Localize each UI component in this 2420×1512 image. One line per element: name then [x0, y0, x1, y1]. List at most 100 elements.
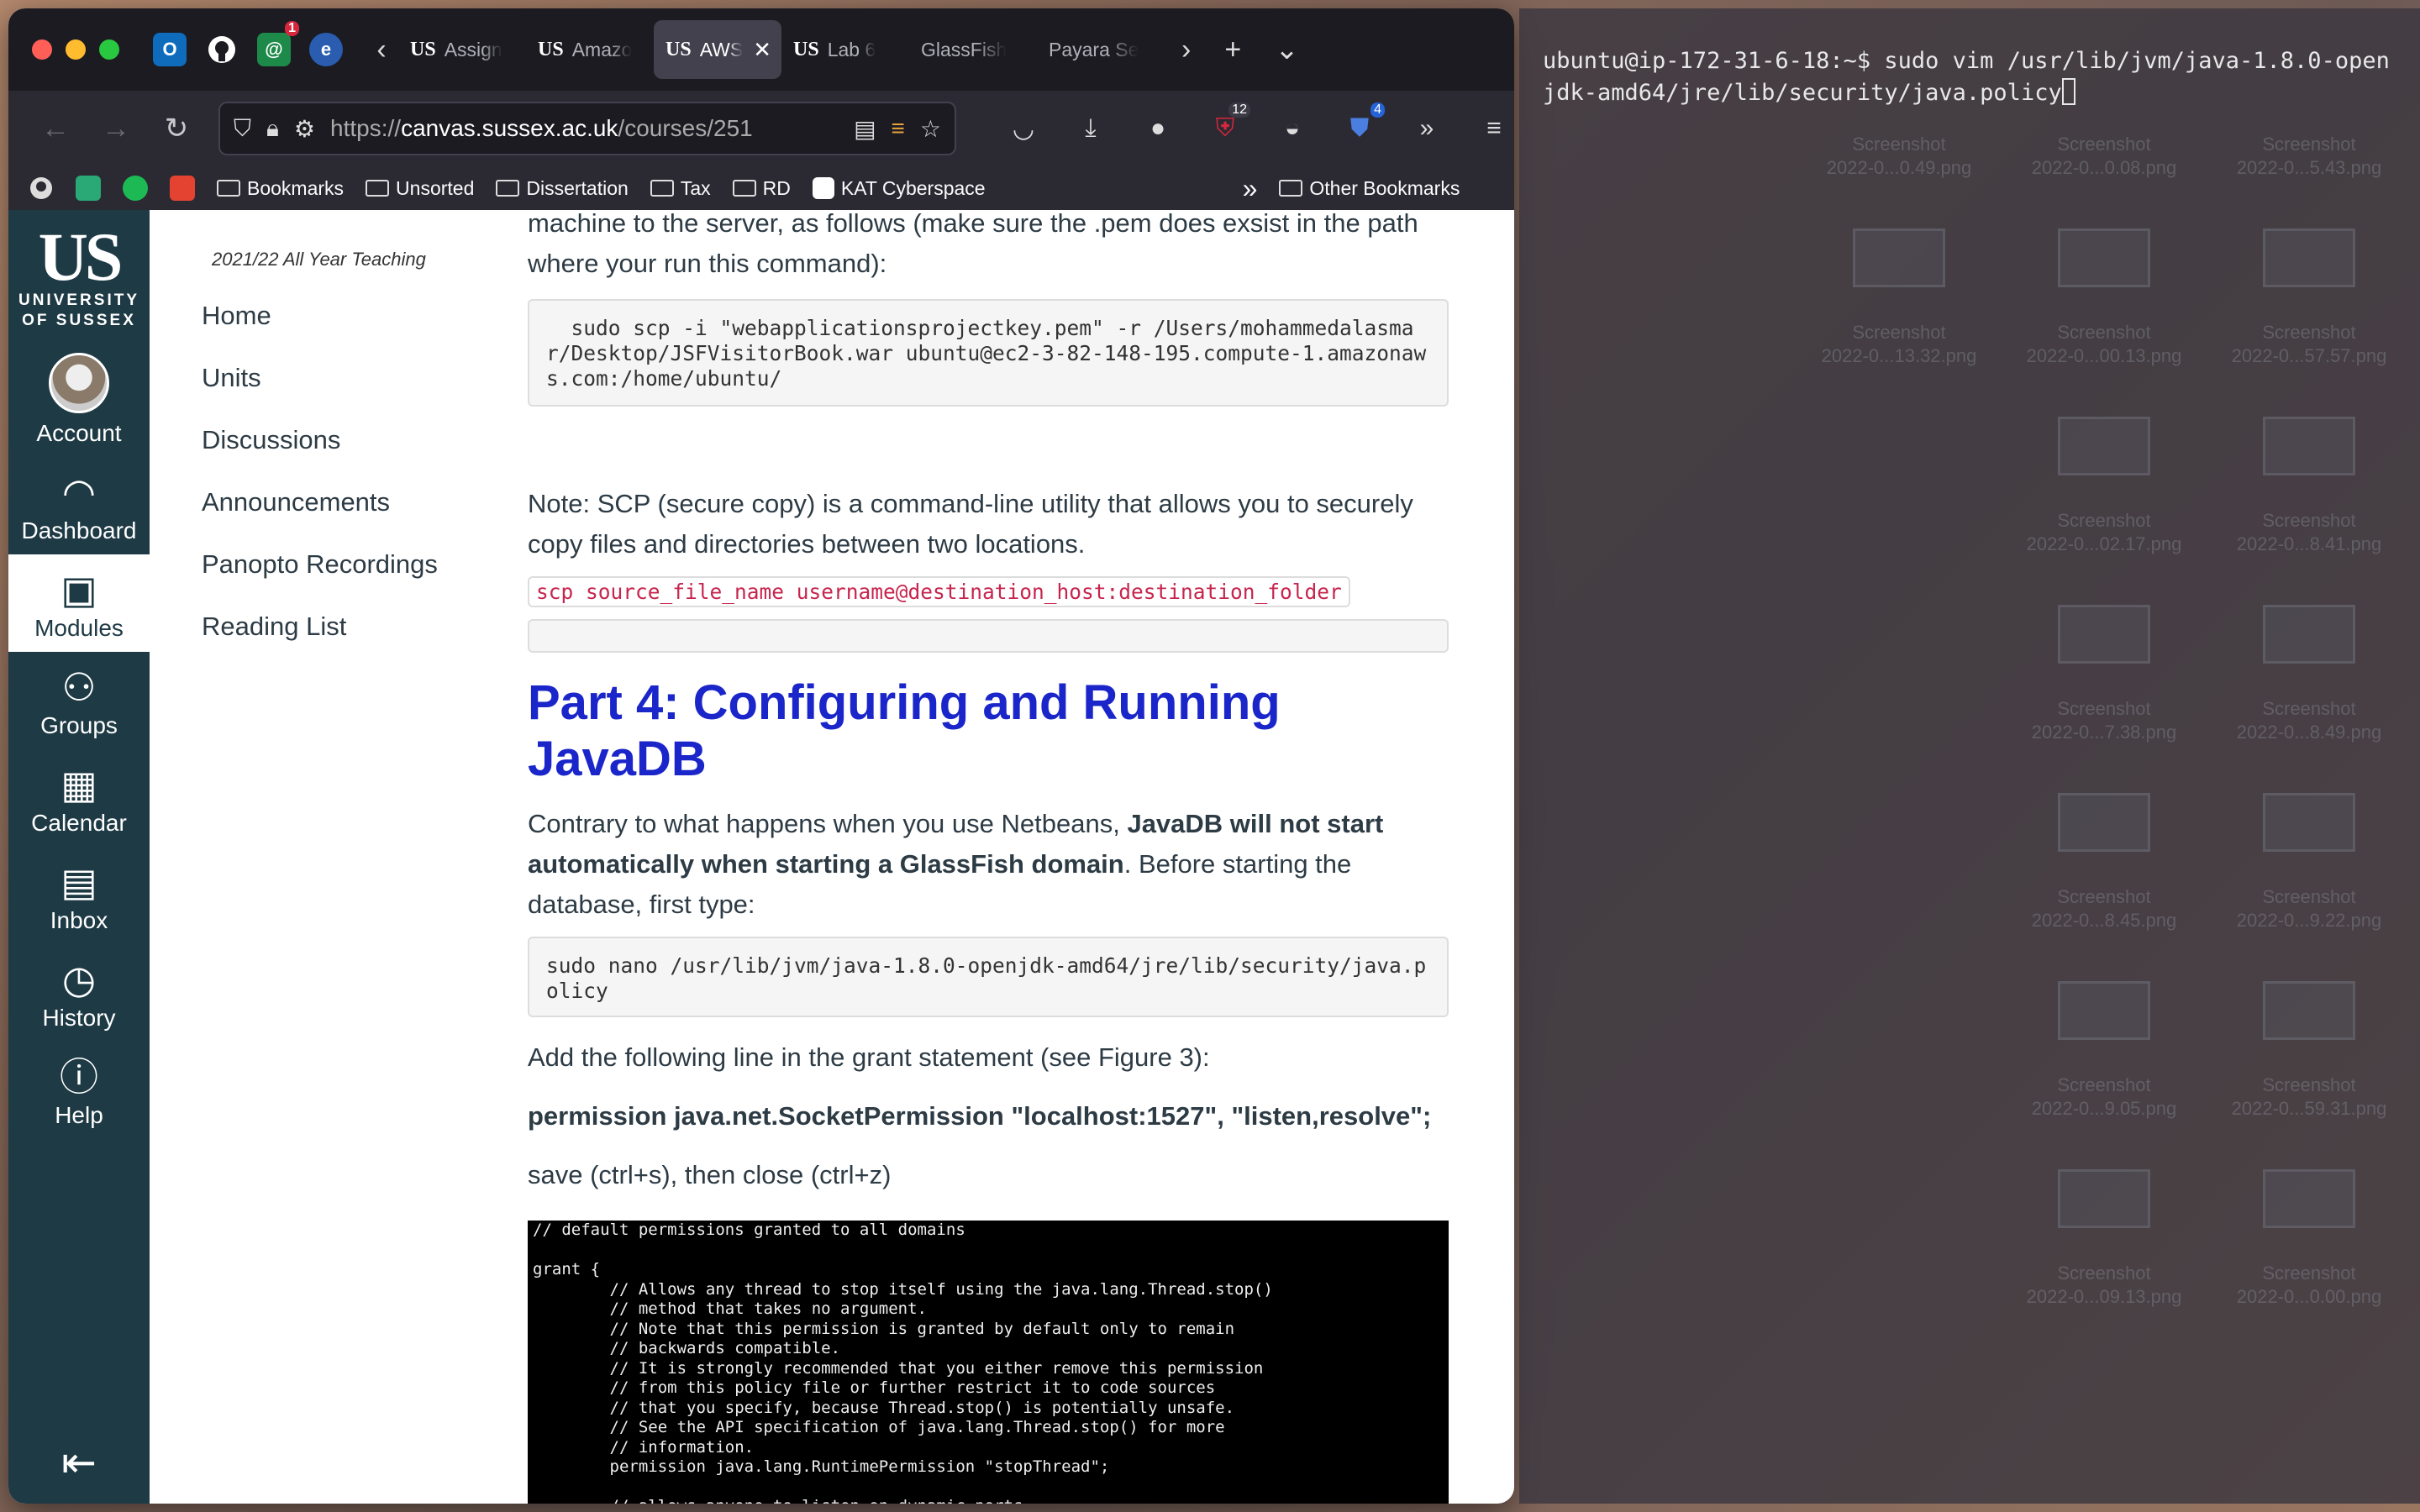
tab-assign[interactable]: US Assign	[398, 20, 526, 79]
bookmarks-overflow-icon[interactable]: »	[1243, 173, 1258, 204]
folder-icon	[496, 180, 520, 197]
folder-icon	[366, 180, 390, 197]
pinned-github-icon[interactable]	[205, 33, 239, 66]
inbox-icon: ▤	[60, 860, 97, 904]
tab-favicon: US	[666, 38, 692, 60]
minimize-window-button[interactable]	[66, 39, 86, 60]
close-tab-icon[interactable]: ✕	[753, 37, 771, 63]
bookmark-label: Other Bookmarks	[1309, 176, 1460, 199]
address-bar[interactable]: ⛉ 🔒︎ ⚙︎ https://canvas.sussex.ac.uk/cour…	[218, 102, 956, 155]
pinned-tab-with-badge-icon[interactable]: @ 1	[257, 21, 299, 66]
pinned-app-icon[interactable]: e	[309, 33, 343, 66]
bookmark-folder-bookmarks[interactable]: Bookmarks	[217, 177, 344, 200]
nav-account[interactable]: Account	[8, 343, 150, 457]
forward-icon[interactable]: →	[86, 113, 146, 145]
nav-dashboard[interactable]: ◠ Dashboard	[8, 457, 150, 554]
nav-history[interactable]: ◷ History	[8, 944, 150, 1042]
page-content: machine to the server, as follows (make …	[528, 210, 1452, 1504]
nav-help[interactable]: ⓘ Help	[8, 1042, 150, 1139]
overflow-chevrons-icon[interactable]: »	[1410, 114, 1444, 143]
tab-payara[interactable]: Payara Se	[1037, 20, 1165, 79]
extension-hat-icon[interactable]: ◒	[1276, 114, 1309, 143]
tab-title: Payara Se	[1049, 38, 1139, 60]
bookmark-folder-other[interactable]: Other Bookmarks	[1279, 177, 1460, 200]
note-paragraph: Note: SCP (secure copy) is a command-lin…	[528, 489, 1413, 559]
global-navigation: US UNIVERSITY OF SUSSEX Account ◠ Dashbo…	[8, 210, 150, 1504]
empty-code-block	[528, 619, 1449, 653]
folder-icon	[650, 180, 674, 197]
bitwarden-icon[interactable]: ⛊ 4	[1343, 102, 1385, 143]
reader-view-icon[interactable]: ▤	[854, 115, 876, 143]
bookmark-label: Dissertation	[526, 176, 629, 199]
close-window-button[interactable]	[32, 39, 52, 60]
bookmark-folder-dissertation[interactable]: Dissertation	[496, 176, 629, 200]
nav-label: Groups	[40, 712, 118, 738]
bookmark-label: Unsorted	[396, 176, 475, 199]
terminal-prompt: ubuntu@ip-172-31-6-18:~$	[1543, 48, 1885, 74]
github-bookmark-icon[interactable]	[29, 176, 54, 201]
shield-icon[interactable]: ⛉	[234, 115, 251, 143]
tab-glassfish[interactable]: GlassFish	[909, 20, 1037, 79]
nav-calendar[interactable]: ▦ Calendar	[8, 749, 150, 847]
permissions-icon[interactable]: ⚙︎	[294, 115, 315, 143]
logo-mark: US	[38, 218, 124, 295]
course-nav-units[interactable]: Units	[202, 361, 528, 423]
tab-favicon: US	[538, 38, 564, 60]
bookmark-star-icon[interactable]: ☆	[920, 115, 941, 143]
tab-lab6[interactable]: US Lab 6	[781, 20, 909, 79]
terminal-output[interactable]: ubuntu@ip-172-31-6-18:~$ sudo vim /usr/l…	[1519, 8, 2393, 109]
tab-aws-active[interactable]: US AWS ✕	[654, 20, 781, 79]
bookmark-folder-unsorted[interactable]: Unsorted	[366, 177, 474, 200]
url-scheme: https://	[330, 115, 402, 141]
back-icon[interactable]: ←	[25, 113, 86, 145]
nav-groups[interactable]: ⚇ Groups	[8, 652, 150, 749]
tab-favicon: US	[410, 38, 436, 60]
url-text[interactable]: https://canvas.sussex.ac.uk/courses/251	[330, 115, 839, 142]
downloads-icon[interactable]: ⤓	[1074, 114, 1107, 143]
scp-syntax-code: scp source_file_name username@destinatio…	[528, 576, 1350, 607]
course-nav-reading-list[interactable]: Reading List	[202, 610, 528, 672]
maximize-window-button[interactable]	[99, 39, 119, 60]
menu-hamburger-icon[interactable]: ≡	[1477, 114, 1511, 143]
todoist-bookmark-icon[interactable]	[170, 176, 195, 201]
policy-line: // from this policy file or further rest…	[533, 1378, 1216, 1397]
nav-modules[interactable]: ▣ Modules	[8, 554, 150, 652]
sync-bookmark-icon[interactable]	[76, 176, 101, 201]
color-extension-icon[interactable]: ≡	[892, 115, 905, 142]
instruction-paragraph: Add the following line in the grant stat…	[528, 1042, 1210, 1072]
course-nav-panopto[interactable]: Panopto Recordings	[202, 548, 528, 610]
university-logo[interactable]: US UNIVERSITY OF SUSSEX	[18, 223, 139, 331]
collapse-nav-icon[interactable]: ⇤	[61, 1438, 97, 1487]
policy-line	[533, 1241, 1444, 1261]
pocket-icon[interactable]: ◡	[1007, 114, 1040, 144]
page-icon	[812, 177, 834, 199]
nav-label: Dashboard	[21, 517, 137, 543]
tabs-scroll-left-icon[interactable]: ‹	[365, 34, 398, 66]
tab-amazon[interactable]: US Amazo	[526, 20, 654, 79]
pinned-outlook-icon[interactable]: O	[153, 33, 187, 66]
nav-inbox[interactable]: ▤ Inbox	[8, 847, 150, 944]
course-nav-discussions[interactable]: Discussions	[202, 423, 528, 486]
reload-icon[interactable]: ↻	[146, 112, 207, 145]
bookmark-kat-cyberspace[interactable]: KAT Cyberspace	[812, 177, 986, 200]
terminal-window[interactable]: ubuntu@ip-172-31-6-18:~$ sudo vim /usr/l…	[1519, 8, 2420, 1504]
lock-icon[interactable]: 🔒︎	[266, 115, 279, 143]
course-nav-announcements[interactable]: Announcements	[202, 486, 528, 548]
policy-line: // that you specify, because Thread.stop…	[533, 1398, 1235, 1417]
tabs-scroll-right-icon[interactable]: ›	[1181, 34, 1191, 66]
browser-window: O @ 1 e ‹ US Assign US Amazo US AWS ✕ US Lab …	[8, 8, 1514, 1504]
course-nav-home[interactable]: Home	[202, 299, 528, 361]
nav-label: Help	[55, 1102, 103, 1128]
new-tab-icon[interactable]: +	[1224, 34, 1241, 66]
nav-label: Inbox	[50, 907, 108, 933]
folder-icon	[217, 180, 240, 197]
bookmark-folder-tax[interactable]: Tax	[650, 177, 711, 200]
spotify-bookmark-icon[interactable]	[123, 176, 148, 201]
ublock-icon[interactable]: ⛨ 12	[1208, 102, 1250, 143]
nano-command-block: sudo nano /usr/lib/jvm/java-1.8.0-openjd…	[528, 937, 1449, 1017]
nav-label: Calendar	[31, 810, 127, 836]
bookmark-folder-rd[interactable]: RD	[732, 177, 791, 200]
tab-list-chevron-down-icon[interactable]: ⌄	[1275, 33, 1299, 66]
extension-raccoon-icon[interactable]: ●	[1141, 114, 1175, 143]
policy-line: // information.	[533, 1437, 755, 1457]
